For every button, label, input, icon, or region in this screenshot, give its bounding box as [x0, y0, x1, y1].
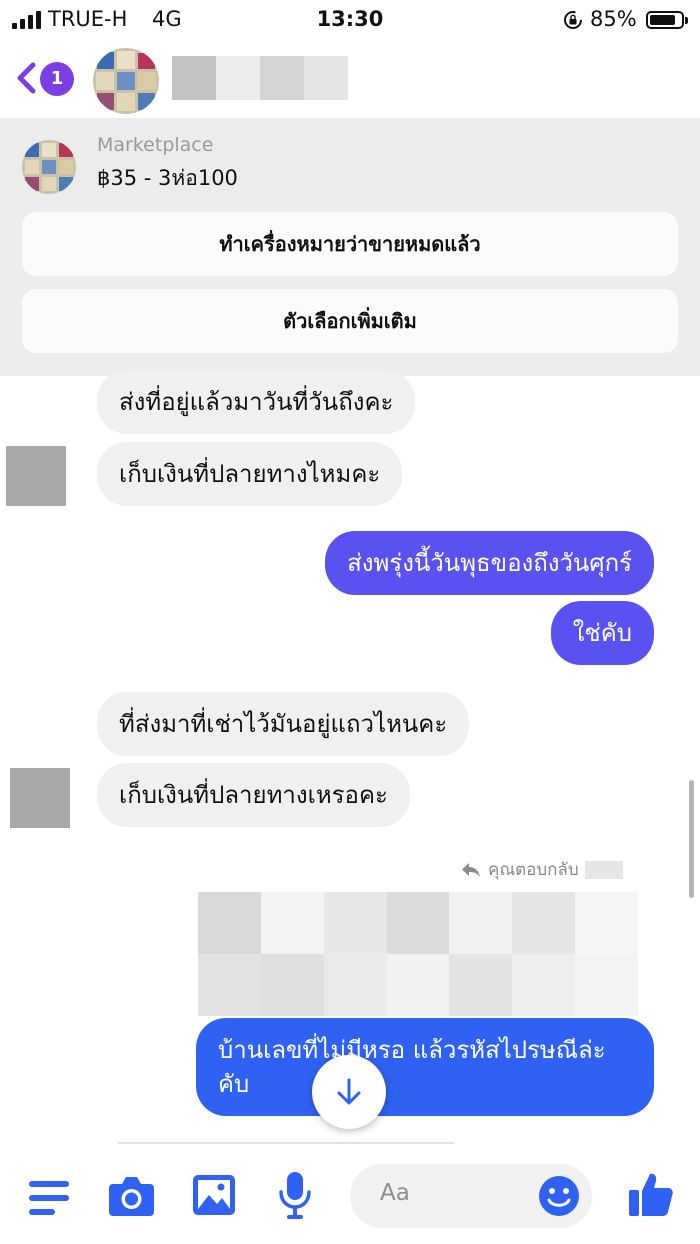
unread-count-badge[interactable]: 1 — [40, 62, 74, 96]
microphone-icon[interactable] — [278, 1171, 312, 1221]
listing-price: ฿35 - 3ห่อ100 — [97, 166, 238, 190]
marketplace-label: Marketplace — [97, 134, 214, 156]
message-bubble-incoming[interactable]: เก็บเงินที่ปลายทางเหรอคะ — [97, 763, 410, 827]
quoted-message-redacted[interactable] — [198, 892, 638, 1016]
listing-thumbnail[interactable] — [22, 140, 76, 194]
scroll-to-bottom-button[interactable] — [312, 1055, 386, 1129]
reply-arrow-icon — [462, 862, 480, 877]
composer-bar: Aa — [0, 1146, 700, 1244]
message-bubble-outgoing[interactable]: ใช่คับ — [550, 601, 654, 665]
conversation-header: 1 — [0, 40, 700, 118]
rotation-lock-icon — [564, 11, 582, 29]
battery-icon — [646, 11, 688, 29]
thumbs-up-icon[interactable] — [628, 1170, 674, 1218]
message-bubble-incoming[interactable]: ส่งที่อยู่แล้วมาวันที่วันถึงคะ — [97, 370, 416, 434]
sender-avatar-placeholder — [6, 446, 66, 506]
message-input[interactable]: Aa — [350, 1164, 592, 1228]
message-bubble-outgoing[interactable]: บ้านเลขที่ไม่มีหรอ แล้วรหัสไปรษณีล่ะคับ — [196, 1018, 654, 1116]
message-input-placeholder: Aa — [380, 1180, 410, 1206]
scrollbar[interactable] — [689, 780, 694, 898]
contact-name-redacted — [172, 56, 348, 100]
message-bubble-outgoing[interactable]: ส่งพรุ่งนี้วันพุธของถึงวันศุกร์ — [325, 531, 654, 595]
reply-note-text: คุณตอบกลับ — [488, 860, 579, 880]
avatar[interactable] — [93, 48, 159, 114]
reply-name-redacted — [584, 860, 623, 879]
reply-indicator: คุณตอบกลับ — [460, 856, 623, 883]
image-icon[interactable] — [192, 1174, 236, 1216]
message-bubble-incoming[interactable]: ที่ส่งมาที่เช่าไว้มันอยู่แถวไหนคะ — [97, 692, 470, 756]
arrow-down-icon — [337, 1078, 361, 1105]
sender-avatar-placeholder — [10, 768, 70, 828]
marketplace-panel: Marketplace ฿35 - 3ห่อ100 ทำเครื่องหมายว… — [0, 118, 700, 376]
camera-icon[interactable] — [107, 1174, 155, 1218]
menu-icon[interactable] — [29, 1179, 71, 1217]
more-options-button[interactable]: ตัวเลือกเพิ่มเติม — [22, 289, 678, 353]
message-bubble-incoming[interactable]: เก็บเงินที่ปลายทางไหมคะ — [97, 442, 403, 506]
divider — [118, 1142, 454, 1144]
battery-percent: 85% — [590, 7, 637, 31]
chevron-left-icon[interactable] — [14, 60, 38, 96]
status-bar: TRUE-H 4G 13:30 85% — [0, 0, 700, 40]
emoji-icon[interactable] — [538, 1175, 580, 1217]
mark-as-sold-button[interactable]: ทำเครื่องหมายว่าขายหมดแล้ว — [22, 212, 678, 276]
